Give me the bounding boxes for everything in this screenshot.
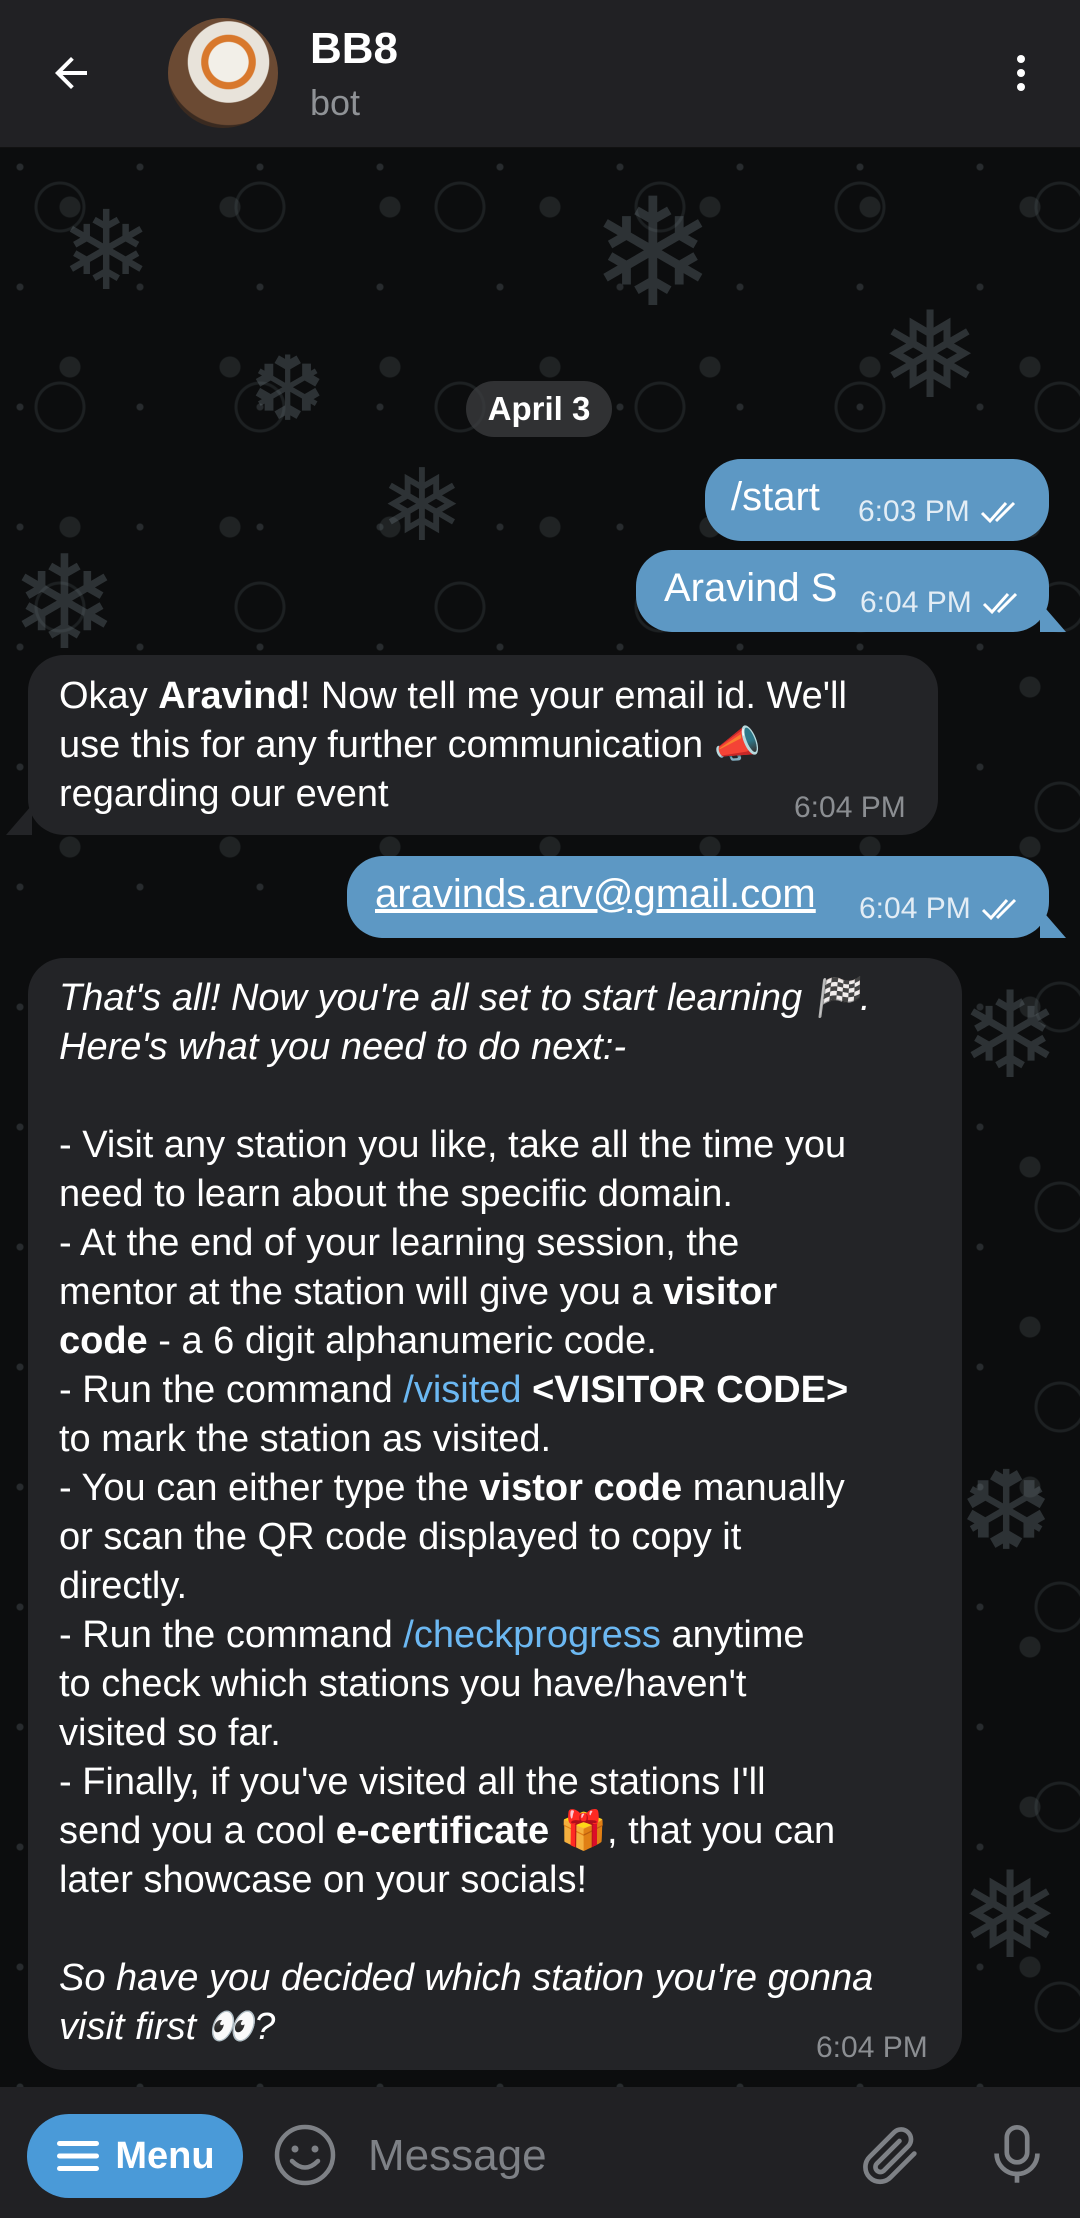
menu-label: Menu	[115, 2134, 215, 2177]
outgoing-message[interactable]: aravinds.arv@gmail.com 6:04 PM	[347, 856, 1049, 938]
microphone-icon	[994, 2124, 1040, 2183]
incoming-message[interactable]: Okay Aravind! Now tell me your email id.…	[28, 655, 938, 835]
double-check-icon	[981, 898, 1016, 921]
incoming-message[interactable]: That's all! Now you're all set to start …	[28, 958, 962, 2070]
command-link-visited[interactable]: /visited	[403, 1369, 521, 1411]
more-vertical-icon	[1017, 55, 1025, 91]
menu-button[interactable]: Menu	[27, 2114, 243, 2198]
double-check-icon	[980, 501, 1015, 524]
text-line: That's all! Now you're all set to start …	[59, 977, 871, 1019]
text-line: to check which stations you have/haven't	[59, 1663, 747, 1705]
message-time: 6:03 PM	[858, 495, 970, 528]
double-check-icon	[982, 592, 1017, 615]
bold-text: <VISITOR CODE>	[521, 1369, 849, 1411]
message-text: /start	[731, 475, 820, 519]
text-line: So have you decided which station you're…	[59, 1957, 874, 1999]
message-text: Aravind S	[664, 566, 838, 610]
text-span: - Run the command	[59, 1614, 404, 1656]
bold-text: Aravind	[158, 675, 300, 717]
snowflake-decoration: ❅	[380, 447, 464, 564]
message-meta: 6:04 PM	[860, 586, 1026, 620]
outgoing-message[interactable]: /start 6:03 PM	[705, 459, 1049, 541]
text-line: or scan the QR code displayed to copy it	[59, 1516, 742, 1558]
email-link[interactable]: aravinds.arv@gmail.com	[375, 872, 816, 917]
emoji-button[interactable]	[270, 2120, 340, 2190]
text-line: visited so far.	[59, 1712, 281, 1754]
message-composer: Menu	[0, 2087, 1080, 2218]
message-text: Okay Aravind! Now tell me your email id.…	[59, 672, 847, 819]
message-meta: 6:04 PM	[859, 892, 1025, 926]
text-span: Okay	[59, 675, 159, 717]
text-line: need to learn about the specific domain.	[59, 1173, 733, 1215]
snowflake-decoration: ❅	[960, 1847, 1061, 1986]
message-text: That's all! Now you're all set to start …	[59, 974, 873, 2052]
bold-text: visitor	[663, 1271, 778, 1313]
more-options-button[interactable]	[986, 38, 1056, 108]
bold-text: code	[59, 1320, 148, 1362]
text-span: - You can either type the	[59, 1467, 480, 1509]
attach-button[interactable]	[856, 2120, 926, 2190]
bubble-tail	[1040, 908, 1066, 938]
text-span: 🎁, that you can	[549, 1810, 836, 1852]
text-span: - a 6 digit alphanumeric code.	[147, 1320, 657, 1362]
hamburger-menu-icon	[57, 2141, 100, 2171]
voice-record-button[interactable]	[982, 2120, 1052, 2190]
text-line: - Finally, if you've visited all the sta…	[59, 1761, 766, 1803]
text-line: Here's what you need to do next:-	[59, 1026, 627, 1068]
text-span: anytime	[660, 1614, 805, 1656]
snowflake-decoration: ❆	[960, 1447, 1053, 1575]
bold-text: e-certificate	[335, 1810, 550, 1852]
text-line: regarding our event	[59, 773, 389, 815]
back-button[interactable]	[36, 38, 106, 108]
bubble-tail	[6, 805, 32, 835]
message-time: 6:04 PM	[794, 791, 906, 824]
text-span: mentor at the station will give you a	[59, 1271, 664, 1313]
avatar[interactable]	[168, 18, 278, 128]
text-span: ! Now tell me your email id. We'll	[299, 675, 847, 717]
text-line: directly.	[59, 1565, 188, 1607]
text-line: use this for any further communication 📣	[59, 724, 762, 766]
paperclip-icon	[863, 2127, 917, 2185]
outgoing-message[interactable]: Aravind S 6:04 PM	[636, 550, 1049, 632]
message-time: 6:04 PM	[816, 2031, 928, 2064]
chat-title[interactable]: BB8	[310, 24, 398, 74]
message-input[interactable]	[366, 2115, 830, 2197]
text-line: - Visit any station you like, take all t…	[59, 1124, 847, 1166]
snowflake-decoration: ❆	[250, 337, 326, 442]
message-meta: 6:03 PM	[858, 495, 1024, 529]
text-span: send you a cool	[59, 1810, 336, 1852]
snowflake-decoration: ❄	[590, 167, 716, 341]
text-span: - Run the command	[59, 1369, 404, 1411]
text-line: later showcase on your socials!	[59, 1859, 588, 1901]
text-line: visit first 👀?	[59, 2006, 276, 2048]
text-line: to mark the station as visited.	[59, 1418, 552, 1460]
message-time: 6:04 PM	[860, 586, 972, 619]
bubble-tail	[1040, 602, 1066, 632]
command-link-checkprogress[interactable]: /checkprogress	[403, 1614, 661, 1656]
snowflake-decoration: ❅	[880, 287, 981, 426]
date-separator: April 3	[466, 381, 612, 437]
bold-text: vistor code	[479, 1467, 683, 1509]
text-span: manually	[682, 1467, 845, 1509]
chat-subtitle: bot	[310, 82, 361, 123]
arrow-left-icon	[55, 57, 87, 89]
smile-icon	[274, 2124, 336, 2186]
text-line: - At the end of your learning session, t…	[59, 1222, 740, 1264]
message-time: 6:04 PM	[859, 892, 971, 925]
snowflake-decoration: ❄	[960, 967, 1061, 1106]
snowflake-decoration: ❄	[60, 187, 153, 315]
chat-header: BB8 bot	[0, 0, 1080, 148]
